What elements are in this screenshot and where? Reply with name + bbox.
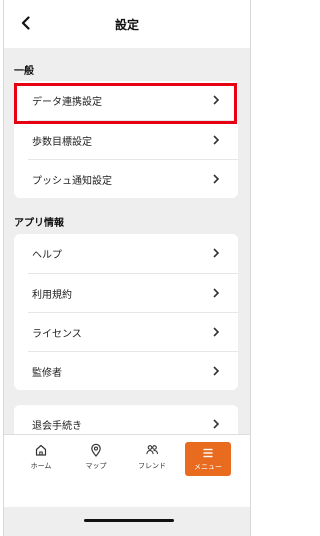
settings-card-app-info: ヘルプ 利用規約 ライセンス 監修者 xyxy=(14,234,238,390)
settings-row-push-notification[interactable]: プッシュ通知設定 xyxy=(28,159,238,198)
row-label: 利用規約 xyxy=(32,289,72,301)
tab-label: メニュー xyxy=(194,463,222,471)
settings-row-help[interactable]: ヘルプ xyxy=(14,234,238,273)
tab-home[interactable]: ホーム xyxy=(19,443,63,479)
tab-map[interactable]: マップ xyxy=(74,443,118,479)
settings-row-terms[interactable]: 利用規約 xyxy=(28,273,238,312)
menu-icon xyxy=(203,448,213,458)
map-pin-icon xyxy=(91,443,101,457)
row-label: 監修者 xyxy=(32,367,62,379)
tab-menu[interactable]: メニュー xyxy=(185,442,231,476)
row-label: 歩数目標設定 xyxy=(32,136,92,148)
home-icon xyxy=(35,444,47,456)
settings-row-supervisor[interactable]: 監修者 xyxy=(28,351,238,390)
row-label: ライセンス xyxy=(32,328,82,340)
settings-card-general: データ連携設定 歩数目標設定 プッシュ通知設定 xyxy=(14,81,238,198)
tab-friends[interactable]: フレンド xyxy=(130,443,174,479)
section-heading-app-info: アプリ情報 xyxy=(14,218,64,229)
settings-row-data-sync[interactable]: データ連携設定 xyxy=(14,81,238,120)
chevron-right-icon xyxy=(213,288,220,298)
chevron-right-icon xyxy=(213,135,220,145)
settings-row-license[interactable]: ライセンス xyxy=(28,312,238,351)
friends-icon xyxy=(146,445,159,455)
chevron-right-icon xyxy=(213,366,220,376)
phone-frame: 設定 一般 データ連携設定 歩数目標設定 プッシュ通知設定 アプリ情報 ヘルプ xyxy=(0,0,256,536)
row-label: ヘルプ xyxy=(32,250,62,261)
row-label: 退会手続き xyxy=(32,421,82,432)
chevron-right-icon xyxy=(213,174,220,184)
row-label: プッシュ通知設定 xyxy=(32,175,112,187)
tab-label: フレンド xyxy=(138,462,166,470)
row-label: データ連携設定 xyxy=(32,97,102,108)
section-heading-general: 一般 xyxy=(14,66,34,77)
settings-screen: 設定 一般 データ連携設定 歩数目標設定 プッシュ通知設定 アプリ情報 ヘルプ xyxy=(3,0,251,536)
page-title: 設定 xyxy=(114,18,139,32)
home-indicator xyxy=(84,519,174,522)
tab-label: ホーム xyxy=(30,462,52,470)
bottom-tab-bar: ホーム マップ フレンド メニュー xyxy=(4,434,250,507)
chevron-right-icon xyxy=(213,327,220,337)
tab-label: マップ xyxy=(85,462,107,470)
chevron-right-icon xyxy=(213,248,220,258)
chevron-right-icon xyxy=(213,95,220,105)
settings-row-step-goal[interactable]: 歩数目標設定 xyxy=(28,120,238,159)
chevron-right-icon xyxy=(213,419,220,429)
header-bar: 設定 xyxy=(4,0,250,48)
